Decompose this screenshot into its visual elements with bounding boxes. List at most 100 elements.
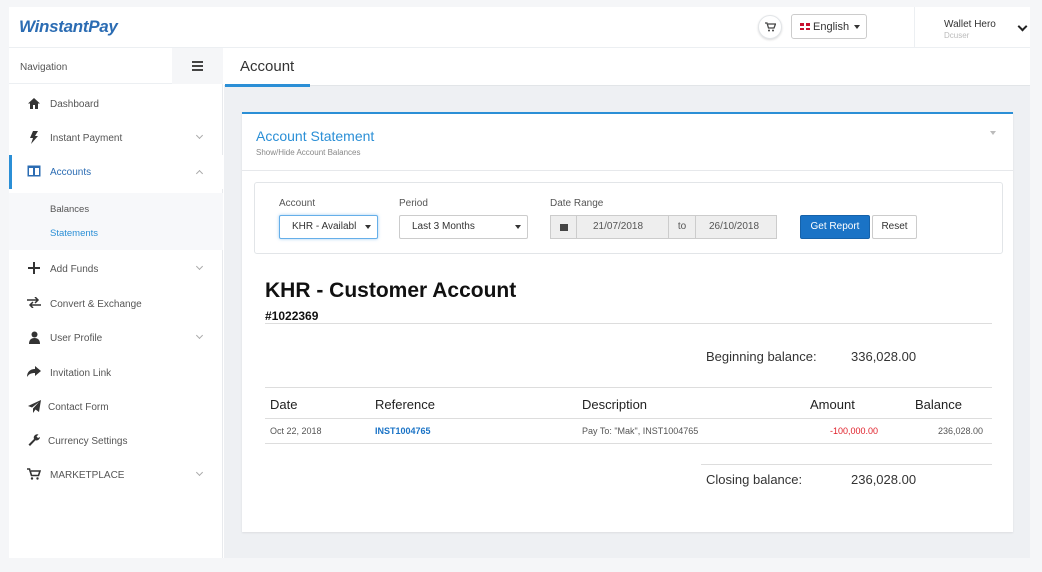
accounts-subnav: Balances Statements bbox=[9, 193, 223, 250]
home-icon bbox=[27, 97, 41, 111]
account-name: KHR - Customer Account bbox=[265, 279, 517, 302]
sidebar: Navigation Dashboard Instant Payment Acc… bbox=[9, 48, 223, 558]
sidebar-item-currency-settings[interactable]: Currency Settings bbox=[9, 424, 223, 458]
sidebar-item-contact-form[interactable]: Contact Form bbox=[9, 390, 223, 424]
calendar-icon bbox=[551, 216, 577, 238]
sidebar-item-label: Convert & Exchange bbox=[50, 299, 142, 310]
columns-icon bbox=[27, 165, 41, 179]
main-content: Account Account Statement Show/Hide Acco… bbox=[224, 48, 1030, 558]
cart-icon bbox=[27, 468, 42, 482]
sidebar-header: Navigation bbox=[9, 48, 223, 84]
sidebar-item-invitation-link[interactable]: Invitation Link bbox=[9, 356, 223, 390]
closing-balance-label: Closing balance: bbox=[706, 472, 803, 487]
chevron-down-icon bbox=[195, 468, 204, 477]
cart-button[interactable] bbox=[758, 15, 782, 39]
chevron-down-icon bbox=[195, 262, 204, 271]
uk-flag-icon bbox=[800, 23, 810, 30]
sidebar-item-label: User Profile bbox=[50, 333, 103, 344]
sidebar-item-add-funds[interactable]: Add Funds bbox=[9, 252, 223, 286]
hamburger-icon bbox=[192, 61, 203, 63]
sidebar-item-convert-exchange[interactable]: Convert & Exchange bbox=[9, 287, 223, 321]
sidebar-subitem-statements[interactable]: Statements bbox=[50, 228, 98, 239]
column-header-amount: Amount bbox=[810, 397, 855, 412]
reset-button[interactable]: Reset bbox=[872, 215, 917, 239]
active-indicator bbox=[9, 155, 12, 189]
table-header: Date Reference Description Amount Balanc… bbox=[265, 387, 992, 419]
beginning-balance-label: Beginning balance: bbox=[706, 349, 817, 364]
sidebar-item-label: Instant Payment bbox=[50, 133, 123, 144]
date-range-label: Date Range bbox=[550, 198, 604, 209]
user-icon bbox=[27, 331, 41, 345]
menu-toggle-button[interactable] bbox=[172, 48, 223, 84]
sidebar-item-label: Contact Form bbox=[48, 402, 109, 413]
sidebar-item-label: MARKETPLACE bbox=[50, 470, 125, 481]
hamburger-icon-line bbox=[192, 69, 203, 71]
chevron-up-icon bbox=[195, 169, 204, 178]
account-number: #1022369 bbox=[265, 309, 319, 323]
collapse-caret-icon[interactable] bbox=[990, 131, 996, 135]
hamburger-icon-line bbox=[192, 65, 203, 67]
column-header-balance: Balance bbox=[915, 397, 962, 412]
app-logo[interactable]: WinstantPay bbox=[19, 17, 118, 37]
bolt-icon bbox=[27, 131, 41, 145]
table-row: Oct 22, 2018 INST1004765 Pay To: "Mak", … bbox=[265, 419, 992, 444]
sidebar-item-label: Accounts bbox=[50, 167, 92, 178]
top-bar: WinstantPay English Wallet Hero Dcuser bbox=[9, 7, 1030, 48]
date-range-to-label: to bbox=[668, 216, 696, 238]
caret-down-icon bbox=[515, 225, 521, 229]
language-dropdown[interactable]: English bbox=[791, 14, 867, 39]
user-menu[interactable]: Wallet Hero Dcuser bbox=[914, 7, 1030, 48]
report-filter-panel: Account KHR - Availabl Period Last 3 Mon… bbox=[254, 182, 1003, 254]
row-date: Oct 22, 2018 bbox=[270, 426, 322, 436]
toggle-balances-link[interactable]: Show/Hide Account Balances bbox=[256, 148, 361, 157]
card-title: Account Statement bbox=[256, 128, 375, 144]
exchange-icon bbox=[27, 296, 41, 311]
closing-balance-value: 236,028.00 bbox=[851, 472, 917, 487]
date-to-field[interactable]: 26/10/2018 bbox=[709, 221, 759, 232]
period-select-value: Last 3 Months bbox=[412, 221, 475, 232]
paper-plane-icon bbox=[27, 400, 41, 414]
sidebar-subitem-balances[interactable]: Balances bbox=[50, 204, 89, 215]
period-select[interactable]: Last 3 Months bbox=[399, 215, 528, 239]
plus-icon bbox=[27, 262, 41, 276]
chevron-down-icon bbox=[195, 331, 204, 340]
column-header-description: Description bbox=[582, 397, 648, 412]
wrench-icon bbox=[27, 434, 41, 448]
get-report-button[interactable]: Get Report bbox=[800, 215, 870, 239]
sidebar-title: Navigation bbox=[20, 62, 68, 73]
account-divider bbox=[265, 323, 992, 324]
sidebar-item-label: Dashboard bbox=[50, 99, 99, 110]
account-label: Account bbox=[279, 198, 316, 209]
sidebar-item-dashboard[interactable]: Dashboard bbox=[9, 87, 223, 121]
date-from-field[interactable]: 21/07/2018 bbox=[593, 221, 643, 232]
page-title-underline bbox=[225, 84, 310, 87]
language-label: English bbox=[813, 20, 850, 33]
card-divider bbox=[242, 170, 1013, 171]
sidebar-item-label: Invitation Link bbox=[50, 368, 112, 379]
sidebar-item-user-profile[interactable]: User Profile bbox=[9, 321, 223, 355]
row-description: Pay To: "Mak", INST1004765 bbox=[582, 426, 699, 436]
app-frame: WinstantPay English Wallet Hero Dcuser N… bbox=[9, 7, 1030, 558]
sidebar-item-marketplace[interactable]: MARKETPLACE bbox=[9, 458, 223, 492]
account-select-value: KHR - Availabl bbox=[292, 221, 357, 232]
share-icon bbox=[27, 366, 41, 380]
row-balance: 236,028.00 bbox=[938, 426, 984, 436]
chevron-down-icon bbox=[195, 131, 204, 140]
sidebar-item-label: Currency Settings bbox=[48, 436, 128, 447]
sidebar-item-instant-payment[interactable]: Instant Payment bbox=[9, 121, 223, 155]
account-statement-card: Account Statement Show/Hide Account Bala… bbox=[242, 112, 1013, 532]
sidebar-item-accounts[interactable]: Accounts bbox=[9, 155, 223, 189]
page-title: Account bbox=[240, 58, 295, 75]
column-header-reference: Reference bbox=[375, 397, 435, 412]
chevron-down-icon bbox=[1017, 21, 1028, 32]
caret-down-icon bbox=[365, 225, 371, 229]
account-select[interactable]: KHR - Availabl bbox=[279, 215, 378, 239]
user-role: Dcuser bbox=[944, 31, 970, 40]
period-label: Period bbox=[399, 198, 428, 209]
row-reference-link[interactable]: INST1004765 bbox=[375, 426, 431, 436]
row-amount: -100,000.00 bbox=[830, 426, 879, 436]
date-range-input: 21/07/2018 to 26/10/2018 bbox=[550, 215, 777, 239]
caret-down-icon bbox=[854, 24, 861, 29]
beginning-balance-value: 336,028.00 bbox=[851, 349, 917, 364]
sidebar-item-label: Add Funds bbox=[50, 264, 99, 275]
